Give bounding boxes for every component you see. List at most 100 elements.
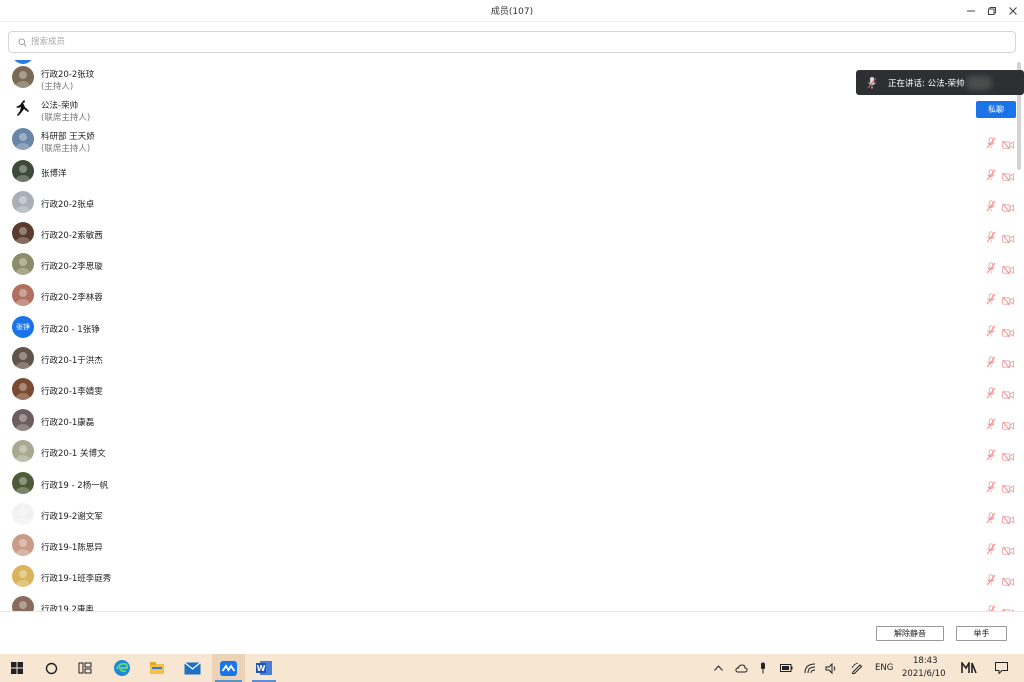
start-button[interactable]: [4, 654, 30, 682]
camera-off-icon[interactable]: [1002, 385, 1014, 400]
camera-off-icon[interactable]: [1002, 416, 1014, 431]
mic-muted-icon[interactable]: [986, 259, 996, 274]
avatar-photo: [16, 71, 30, 88]
meeting-tray-button[interactable]: [956, 654, 982, 682]
member-name: 张博洋: [41, 168, 67, 179]
avatar: [12, 159, 34, 182]
mic-tray-button[interactable]: [755, 654, 771, 682]
member-row[interactable]: 行政20-2张卓: [0, 187, 1024, 218]
unmute-button[interactable]: 解除静音: [876, 626, 944, 641]
mic-muted-icon[interactable]: [986, 290, 996, 305]
member-list[interactable]: 行政20-2张玟 (主持人) 公法-荣帅 (联席主持人) 科研部 王天娇 (联席主持人) 张…: [0, 60, 1024, 611]
pen-tray-button[interactable]: [848, 654, 866, 682]
edge-button[interactable]: [108, 654, 136, 682]
member-row[interactable]: 行政19 - 2杨一帆: [0, 468, 1024, 499]
member-row[interactable]: 公法-荣帅 (联席主持人): [0, 93, 1024, 124]
mail-button[interactable]: [178, 654, 206, 682]
file-explorer-button[interactable]: [143, 654, 171, 682]
member-row[interactable]: 行政20-1 关博文: [0, 436, 1024, 467]
camera-off-icon[interactable]: [1002, 510, 1014, 525]
avatar-photo: [16, 507, 30, 525]
avatar: [12, 596, 34, 611]
member-row[interactable]: 科研部 王天娇 (联席主持人): [0, 124, 1024, 155]
mic-muted-icon[interactable]: [986, 540, 996, 555]
camera-off-icon[interactable]: [1002, 354, 1014, 369]
private-chat-button[interactable]: 私聊: [976, 101, 1016, 118]
member-row[interactable]: 行政19-2谢文军: [0, 499, 1024, 530]
show-hidden-icons-button[interactable]: [710, 654, 726, 682]
camera-off-icon[interactable]: [1002, 323, 1014, 337]
camera-off-icon[interactable]: [1002, 541, 1014, 556]
search-box[interactable]: [8, 31, 1016, 53]
camera-off-icon[interactable]: [1002, 447, 1014, 462]
mic-muted-icon[interactable]: [986, 415, 996, 430]
camera-off-icon[interactable]: [1002, 260, 1014, 275]
raise-hand-button[interactable]: 举手: [956, 626, 1007, 641]
speaker-icon: [825, 662, 835, 674]
mic-muted-icon[interactable]: [986, 322, 996, 336]
clock-date[interactable]: 2021/6/10: [902, 669, 946, 679]
avatar-photo: [16, 164, 30, 182]
avatar: [12, 97, 34, 120]
camera-off-icon[interactable]: [1002, 291, 1014, 306]
search-input[interactable]: [30, 33, 1015, 51]
avatar-photo: [16, 195, 30, 213]
mic-muted-icon[interactable]: [986, 478, 996, 492]
clock-time[interactable]: 18:43: [913, 656, 938, 666]
title-bar: 成员(107): [0, 0, 1024, 22]
member-row[interactable]: 行政20-2索敏茜: [0, 218, 1024, 249]
avatar: [12, 284, 34, 307]
member-row[interactable]: 行政19-1班李庭秀: [0, 561, 1024, 592]
restore-button[interactable]: [982, 2, 1002, 20]
mic-muted-icon[interactable]: [986, 228, 996, 243]
cortana-icon: [45, 662, 57, 674]
member-row[interactable]: 张博洋: [0, 156, 1024, 187]
camera-off-icon[interactable]: [1002, 229, 1014, 244]
member-row[interactable]: 行政20-1于洪杰: [0, 343, 1024, 374]
avatar: [12, 565, 34, 588]
mic-muted-icon[interactable]: [986, 446, 996, 461]
tencent-meeting-button[interactable]: [212, 654, 245, 682]
mic-muted-icon[interactable]: [986, 509, 996, 524]
mic-muted-icon[interactable]: [986, 571, 996, 586]
mic-muted-icon[interactable]: [986, 602, 996, 611]
camera-off-icon[interactable]: [1002, 603, 1014, 611]
member-name: 行政20-1康磊: [41, 418, 95, 429]
word-button[interactable]: W: [249, 654, 279, 682]
onedrive-tray-button[interactable]: [732, 654, 750, 682]
language-indicator[interactable]: ENG: [875, 663, 893, 673]
speaking-toast: 正在讲话: 公法-荣帅: [856, 70, 1024, 95]
member-row[interactable]: 张铮 行政20 - 1张铮: [0, 312, 1024, 343]
cortana-button[interactable]: [38, 654, 64, 682]
camera-off-icon[interactable]: [1002, 479, 1014, 493]
minimize-button[interactable]: [961, 2, 981, 20]
mic-muted-icon[interactable]: [986, 166, 996, 180]
mic-muted-icon[interactable]: [986, 353, 996, 368]
member-name: 行政20-2李林蓉: [41, 293, 103, 304]
wifi-tray-button[interactable]: [801, 654, 819, 682]
camera-off-icon[interactable]: [1002, 572, 1014, 587]
camera-off-icon[interactable]: [1002, 198, 1014, 213]
avatar: [12, 409, 34, 432]
member-row[interactable]: 行政19.2康奥: [0, 592, 1024, 611]
mic-muted-icon[interactable]: [986, 384, 996, 399]
avatar-photo: [19, 601, 27, 610]
member-row[interactable]: 行政20-2李思璇: [0, 249, 1024, 280]
member-row[interactable]: 行政20-1康磊: [0, 405, 1024, 436]
camera-off-icon[interactable]: [1002, 167, 1014, 181]
camera-off-icon[interactable]: [1002, 135, 1014, 150]
task-view-button[interactable]: [72, 654, 98, 682]
microphone-icon: [761, 662, 765, 674]
mic-muted-icon[interactable]: [986, 197, 996, 212]
member-row[interactable]: 行政20-2李林蓉: [0, 280, 1024, 311]
window-title: 成员(107): [490, 7, 534, 17]
volume-tray-button[interactable]: [822, 654, 840, 682]
cloud-icon: [734, 663, 748, 672]
close-button[interactable]: [1003, 2, 1023, 20]
member-row[interactable]: 行政19-1陈思异: [0, 530, 1024, 561]
notifications-button[interactable]: [990, 654, 1012, 682]
avatar-photo: [16, 445, 30, 463]
battery-tray-button[interactable]: [777, 654, 795, 682]
mic-muted-icon[interactable]: [986, 134, 996, 149]
member-row[interactable]: 行政20-1李婧雯: [0, 374, 1024, 405]
